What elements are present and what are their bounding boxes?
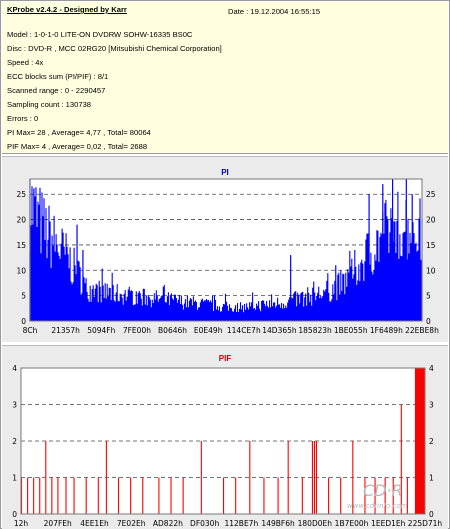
pif-x-tick-label: 4EE1Eh <box>80 519 109 528</box>
pi-x-tick-label: 14D365h <box>262 326 297 335</box>
pif-bar <box>200 441 202 514</box>
pif-bar <box>340 477 342 514</box>
pif-bar <box>301 477 303 514</box>
pif-bar <box>57 477 59 514</box>
pi-x-tick-label: E0E49h <box>194 326 223 335</box>
pif-bar <box>235 477 237 514</box>
pif-y-tick-label: 4 <box>12 364 17 373</box>
pif-y-tick-label-right: 0 <box>429 510 434 519</box>
pi-y-tick-label-right: 20 <box>426 216 436 225</box>
pi-y-tick-label-right: 15 <box>426 241 436 250</box>
pif-y-tick-label: 2 <box>12 437 17 446</box>
pif-bar <box>223 477 225 514</box>
pif-bar <box>311 441 313 514</box>
info-sampling-count: Sampling count : 130738 <box>7 100 92 109</box>
pi-y-tick-label: 5 <box>21 292 26 301</box>
pif-x-tick-label: 149BF6h <box>261 519 295 528</box>
info-model: Model : 1-0-1-0 LITE-ON DVDRW SOHW-16335… <box>7 30 193 39</box>
pif-x-tick-label: 207FEh <box>44 519 72 528</box>
pi-chart-panel: PI 0 0 5 5 10 10 15 15 20 20 25 25 8Ch 21357h 5094Fh 7F… <box>2 156 448 342</box>
pif-bar <box>65 477 67 514</box>
pif-bar <box>39 477 41 514</box>
pif-bar <box>85 477 87 514</box>
pi-x-tick-label: 5094Fh <box>87 326 115 335</box>
pi-x-tick-label: 22EBE8h <box>405 326 439 335</box>
pi-y-tick-label: 25 <box>16 190 26 199</box>
pif-x-tick-label: 1B7E00h <box>335 519 369 528</box>
pif-bar <box>249 441 251 514</box>
pif-x-tick-label: 180D0Eh <box>298 519 333 528</box>
pi-y-tick-label: 20 <box>16 216 26 225</box>
pi-y-tick-label: 10 <box>16 266 26 275</box>
pif-x-tick-label: 112BE7h <box>224 519 258 528</box>
pif-y-tick-label-right: 1 <box>429 474 434 483</box>
pif-bar <box>328 477 330 514</box>
pi-x-tick-label: 114CE7h <box>227 326 261 335</box>
pif-bar <box>414 368 418 514</box>
pi-y-tick-label-right: 10 <box>426 266 436 275</box>
pi-y-tick-label-right: 25 <box>426 190 436 199</box>
info-ecc-blocks: ECC blocks sum (PI/PIF) : 8/1 <box>7 72 109 81</box>
pif-bar <box>313 441 315 514</box>
pif-chart: 0 0 1 1 2 2 3 3 4 4 12h 207FEh 4EE1Eh 7E02Eh AD822h DF0… <box>12 364 443 528</box>
info-disc: Disc : DVD-R , MCC 02RG20 [Mitsubishi Ch… <box>7 44 222 53</box>
pif-bar <box>287 441 289 514</box>
pif-bar <box>142 477 144 514</box>
info-pif-stats: PIF Max= 4 , Average= 0,02 , Total= 2688 <box>7 142 148 151</box>
pi-x-tick-label: B0646h <box>158 326 187 335</box>
app-title: KProbe v2.4.2 - Designed by Karr <box>7 5 127 14</box>
pif-x-tick-label: AD822h <box>153 519 183 528</box>
pif-bar <box>33 477 35 514</box>
disc-info-panel: KProbe v2.4.2 - Designed by Karr Date : … <box>2 2 448 154</box>
pif-x-tick-label: 7E02Eh <box>117 519 146 528</box>
pi-chart: 0 0 5 5 10 10 15 15 20 20 25 25 8Ch 21357h 5094Fh 7FE00… <box>16 178 439 335</box>
pif-x-tick-label: DF030h <box>190 519 219 528</box>
pif-y-tick-label-right: 4 <box>429 364 434 373</box>
pif-x-tick-label: 12h <box>14 519 29 528</box>
pif-bar <box>416 368 420 514</box>
pif-bar <box>51 477 53 514</box>
pi-y-tick-label: 15 <box>16 241 26 250</box>
pif-chart-panel: PIF 0 0 1 1 2 2 3 3 4 4 12h 207FEh 4EE1Eh 7E02Eh AD822… <box>2 345 448 529</box>
pi-x-tick-label: 1BE055h <box>334 326 368 335</box>
pif-y-tick-label: 3 <box>12 401 17 410</box>
pif-bar <box>158 477 160 514</box>
watermark-url: www.cdrinfo.com <box>347 502 408 510</box>
info-scanned-range: Scanned range : 0 - 2290457 <box>7 86 106 95</box>
pi-x-tick-label: 21357h <box>51 326 80 335</box>
pi-y-tick-label: 0 <box>21 317 26 326</box>
pif-bar <box>418 368 422 514</box>
pif-y-tick-label: 1 <box>12 474 17 483</box>
pif-bar <box>263 477 265 514</box>
pif-bar <box>170 477 172 514</box>
pi-x-tick-label: 1F6489h <box>370 326 403 335</box>
pi-y-tick-label-right: 0 <box>426 317 431 326</box>
pif-y-tick-label-right: 3 <box>429 401 434 410</box>
watermark-brand: CD·R <box>363 481 403 500</box>
pi-x-tick-label: 7FE00h <box>123 326 151 335</box>
pif-y-tick-label-right: 2 <box>429 437 434 446</box>
pif-bar <box>97 477 99 514</box>
pif-y-tick-label: 0 <box>12 510 17 519</box>
pif-bar <box>73 477 75 514</box>
pif-bar <box>117 477 120 514</box>
pi-y-tick-label-right: 5 <box>426 292 431 301</box>
info-speed: Speed : 4x <box>7 58 44 67</box>
pif-bar <box>315 441 318 514</box>
pi-x-tick-label: 185823h <box>298 326 332 335</box>
pif-x-tick-label: 1EED1Eh <box>371 519 406 528</box>
pif-bar <box>27 477 29 514</box>
pif-x-tick-label: 225D71h <box>408 519 443 528</box>
pi-x-tick-label: 8Ch <box>23 326 38 335</box>
info-pi-stats: PI Max= 28 , Average= 4,77 , Total= 8006… <box>7 128 151 137</box>
pif-bar <box>105 441 107 514</box>
info-errors: Errors : 0 <box>7 114 39 123</box>
pif-bar <box>45 441 47 514</box>
pif-bar <box>130 477 132 514</box>
pif-bar <box>420 368 424 514</box>
scan-date: Date : 19.12.2004 16:55:15 <box>228 7 321 16</box>
pif-bar <box>277 477 279 514</box>
pif-bar <box>182 477 184 514</box>
kprobe-report: KProbe v2.4.2 - Designed by Karr Date : … <box>0 0 450 529</box>
